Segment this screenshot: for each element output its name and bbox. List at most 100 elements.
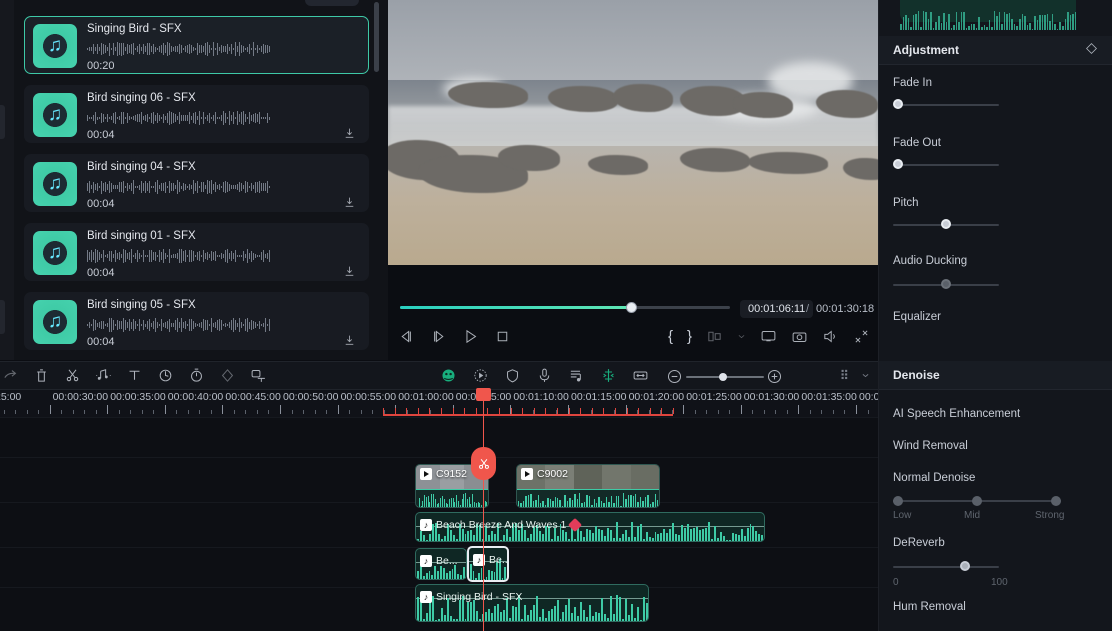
media-thumbnail: [33, 300, 77, 344]
download-icon[interactable]: [343, 127, 356, 140]
next-frame-button[interactable]: [430, 328, 447, 345]
ai-speech-row: AI Speech Enhancement: [879, 408, 1112, 420]
pitch-slider[interactable]: [893, 219, 999, 231]
slider-handle[interactable]: [893, 159, 903, 169]
snapshot-button[interactable]: [791, 328, 808, 345]
mark-in-button[interactable]: {: [668, 328, 673, 345]
step-low[interactable]: [893, 496, 903, 506]
slider-handle[interactable]: [960, 561, 971, 571]
preview-seekbar[interactable]: [400, 301, 730, 315]
redo-icon[interactable]: [2, 367, 19, 384]
delete-icon[interactable]: [33, 367, 50, 384]
audio-waveform-preview[interactable]: [900, 0, 1077, 30]
stop-button[interactable]: [494, 328, 511, 345]
playhead-handle[interactable]: [476, 388, 491, 401]
duration-icon[interactable]: [188, 367, 205, 384]
speed-icon[interactable]: [472, 367, 489, 384]
mark-out-button[interactable]: }: [687, 328, 692, 345]
fade-in-slider[interactable]: [893, 99, 999, 111]
split-icon[interactable]: [64, 367, 81, 384]
toolbar-right-group: [838, 367, 870, 384]
ruler-label: 00:00:50:00: [283, 391, 339, 403]
mask-icon[interactable]: [219, 367, 236, 384]
selection-range[interactable]: [383, 414, 673, 416]
media-item[interactable]: Bird singing 06 - SFX 00:04: [24, 85, 369, 143]
clip-name: Be...: [436, 555, 458, 567]
chevron-down-icon[interactable]: [737, 328, 746, 345]
media-item[interactable]: Singing Bird - SFX 00:20: [24, 16, 369, 74]
slider-handle[interactable]: [941, 279, 951, 289]
auto-caption-icon[interactable]: [250, 367, 267, 384]
media-waveform: [87, 248, 302, 264]
audio-ducking-slider[interactable]: [893, 279, 999, 291]
clip-audio-waveform: [416, 489, 488, 507]
clip-name: Beach Breeze And Waves 1: [436, 519, 567, 531]
track-manager-icon[interactable]: [838, 367, 855, 384]
play-button[interactable]: [462, 328, 479, 345]
zoom-in-icon[interactable]: [766, 368, 783, 385]
rotate-icon[interactable]: [157, 367, 174, 384]
volume-button[interactable]: [822, 328, 839, 345]
step-mid[interactable]: [972, 496, 982, 506]
denoise-section-header[interactable]: Denoise: [879, 361, 1112, 390]
download-icon[interactable]: [343, 265, 356, 278]
slider-handle[interactable]: [893, 99, 903, 109]
step-strong[interactable]: [1051, 496, 1061, 506]
voiceover-icon[interactable]: [536, 367, 553, 384]
playhead[interactable]: [471, 388, 496, 631]
normal-denoise-label: Normal Denoise: [893, 472, 976, 484]
fit-timeline-icon[interactable]: [632, 367, 649, 384]
sidebar-scrollbar[interactable]: [374, 2, 379, 72]
ruler-tick: [256, 410, 258, 414]
aspect-ratio-button[interactable]: [706, 328, 723, 345]
sidebar-top-pill[interactable]: [305, 0, 359, 6]
normal-denoise-steps-slider[interactable]: [893, 495, 1061, 507]
prev-frame-button[interactable]: [398, 328, 415, 345]
wind-removal-label: Wind Removal: [893, 440, 968, 452]
timeline-zoom-slider[interactable]: [686, 373, 764, 381]
stabilization-icon[interactable]: [504, 367, 521, 384]
fade-out-slider[interactable]: [893, 159, 999, 171]
adjustment-section-header[interactable]: Adjustment: [879, 36, 1112, 65]
audio-mixer-icon[interactable]: [568, 367, 585, 384]
play-badge-icon: [420, 468, 432, 480]
slider-handle[interactable]: [941, 219, 951, 229]
audio-clip[interactable]: ♪ Beach Breeze And Waves 1: [415, 512, 765, 542]
download-icon[interactable]: [343, 334, 356, 347]
adjustment-title: Adjustment: [893, 43, 959, 57]
color-match-icon[interactable]: [440, 367, 457, 384]
chevron-down-icon[interactable]: [861, 367, 870, 384]
media-item[interactable]: Bird singing 01 - SFX 00:04: [24, 223, 369, 281]
audio-clip[interactable]: ♪ Be...: [467, 546, 509, 582]
selection-tick: [499, 408, 500, 414]
download-icon[interactable]: [343, 196, 356, 209]
dereverb-row: DeReverb 70 0 100: [879, 537, 1112, 589]
timeline-ruler[interactable]: 25:0000:00:30:0000:00:35:0000:00:40:0000…: [0, 390, 904, 417]
play-badge-icon: [521, 468, 533, 480]
timeline-lane[interactable]: [0, 417, 878, 457]
audio-clip[interactable]: ♪ Singing Bird - SFX: [415, 584, 649, 622]
dereverb-slider[interactable]: [893, 561, 999, 573]
snap-icon[interactable]: [600, 367, 617, 384]
seekbar-handle[interactable]: [626, 302, 637, 313]
display-settings-button[interactable]: [760, 328, 777, 345]
rail-handle-top[interactable]: [0, 105, 5, 139]
zoom-slider-handle[interactable]: [718, 373, 727, 381]
selection-tick: [383, 408, 384, 414]
toolbar-left-group: [2, 367, 267, 384]
zoom-out-icon[interactable]: [666, 368, 683, 385]
video-clip[interactable]: C9002: [516, 464, 660, 508]
fullscreen-button[interactable]: [853, 328, 870, 345]
media-item[interactable]: Bird singing 05 - SFX 00:04: [24, 292, 369, 350]
rail-handle-bottom[interactable]: [0, 300, 5, 334]
audio-detach-icon[interactable]: [95, 367, 112, 384]
ruler-tick: [187, 410, 189, 414]
diamond-keyframe-icon[interactable]: [1085, 42, 1098, 58]
media-item[interactable]: Bird singing 04 - SFX 00:04: [24, 154, 369, 212]
wind-removal-row: Wind Removal: [879, 440, 1112, 452]
video-preview[interactable]: [388, 0, 878, 265]
split-at-playhead-button[interactable]: [471, 447, 496, 480]
text-icon[interactable]: [126, 367, 143, 384]
audio-clip[interactable]: ♪ Be...: [415, 548, 467, 580]
media-library-sidebar: Singing Bird - SFX 00:20 Bird singing 06 -…: [14, 0, 388, 360]
